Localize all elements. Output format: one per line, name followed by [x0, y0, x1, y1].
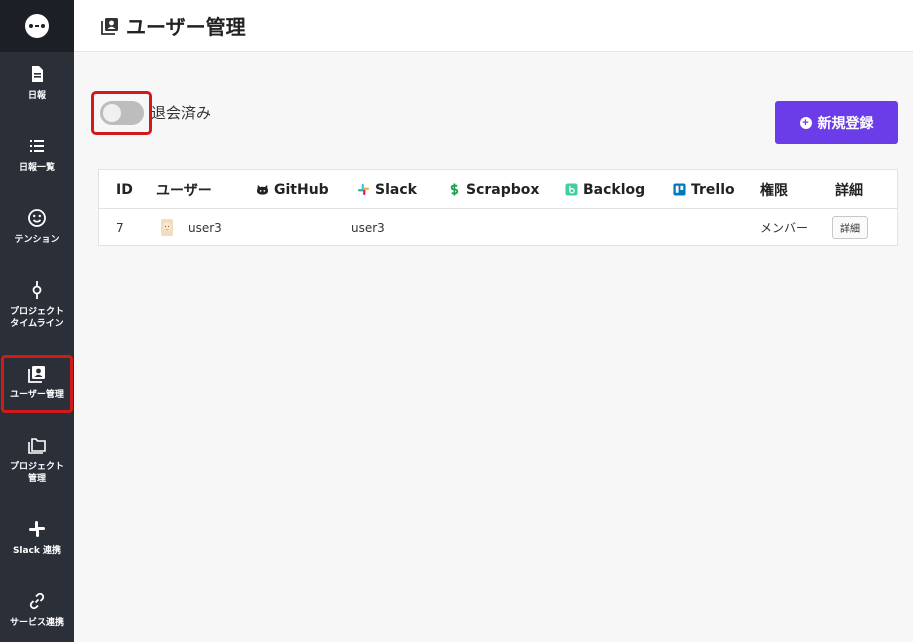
user-admin-icon: [101, 17, 118, 35]
cell-user: user3: [160, 209, 222, 246]
sidebar-item-project-admin[interactable]: プロジェクト 管理: [0, 435, 74, 485]
sidebar-item-user-admin[interactable]: ユーザー管理: [1, 355, 73, 413]
cell-slack: user3: [351, 220, 385, 235]
page-title: ユーザー管理: [126, 15, 246, 39]
sidebar-item-label: 日報: [27, 91, 46, 101]
backlog-icon: [565, 183, 578, 196]
column-header-backlog: Backlog: [565, 170, 645, 209]
folder-icon: [28, 438, 46, 454]
logo-icon: [25, 14, 49, 38]
link-icon: [29, 592, 45, 610]
cell-user-name: user3: [188, 220, 222, 235]
sidebar-item-label: 日報一覧: [18, 163, 55, 173]
sidebar-item-service-integration[interactable]: サービス連携: [0, 591, 74, 629]
toggle-switch[interactable]: [99, 101, 144, 125]
sidebar-item-daily-report-list[interactable]: 日報一覧: [0, 136, 74, 174]
column-header-role: 権限: [760, 182, 788, 199]
page-header: ユーザー管理: [74, 0, 913, 52]
users-table: ID ユーザー GitHub Slack Scrapbox Backlog Tr…: [98, 169, 898, 246]
detail-button[interactable]: 詳細: [832, 216, 868, 239]
cell-id: 7: [116, 220, 124, 235]
trello-icon: [673, 183, 686, 196]
sidebar-item-label: サービス連携: [9, 618, 64, 628]
cell-role: メンバー: [760, 221, 809, 235]
github-icon: [256, 184, 269, 195]
app-logo[interactable]: [0, 0, 74, 52]
sidebar-item-slack-integration[interactable]: Slack 連携: [0, 519, 74, 557]
column-header-user: ユーザー: [156, 182, 212, 199]
sidebar-item-label: プロジェクト 管理: [9, 462, 64, 484]
withdrawn-toggle[interactable]: [91, 91, 152, 135]
column-header-detail: 詳細: [835, 182, 863, 199]
sidebar-item-project-timeline[interactable]: プロジェクト タイムライン: [0, 280, 74, 330]
table-row[interactable]: 7 user3 user3 メンバー 詳細: [99, 209, 897, 246]
plus-circle-icon: +: [799, 116, 812, 129]
timeline-icon: [32, 281, 42, 299]
table-header: ID ユーザー GitHub Slack Scrapbox Backlog Tr…: [99, 170, 897, 209]
slack-icon: [29, 521, 45, 537]
scrapbox-icon: [450, 183, 459, 196]
sidebar-item-tension[interactable]: テンション: [0, 208, 74, 246]
sidebar-item-label: ユーザー管理: [10, 390, 64, 400]
avatar: [161, 219, 173, 236]
column-header-trello: Trello: [673, 170, 735, 209]
document-icon: [32, 66, 43, 82]
cell-detail: 詳細: [832, 209, 868, 246]
new-register-button-label: 新規登録: [817, 114, 874, 131]
column-header-github: GitHub: [256, 170, 329, 209]
smiley-icon: [28, 209, 46, 227]
toggle-knob: [102, 104, 121, 122]
sidebar: 日報 日報一覧 テンション プロジェクト タイムライン ユーザー管理 プロジェク…: [0, 0, 74, 642]
sidebar-item-daily-report[interactable]: 日報: [0, 64, 74, 102]
user-admin-icon: [28, 366, 45, 383]
sidebar-item-label: テンション: [14, 235, 60, 245]
sidebar-item-label: プロジェクト タイムライン: [9, 307, 64, 329]
sidebar-item-label: Slack 連携: [12, 546, 62, 556]
slack-icon: [357, 183, 370, 196]
list-icon: [30, 140, 44, 152]
column-header-id: ID: [116, 181, 133, 198]
withdrawn-toggle-label: 退会済み: [151, 104, 212, 122]
column-header-slack: Slack: [357, 170, 417, 209]
new-register-button[interactable]: + 新規登録: [775, 101, 898, 144]
column-header-scrapbox: Scrapbox: [448, 170, 539, 209]
